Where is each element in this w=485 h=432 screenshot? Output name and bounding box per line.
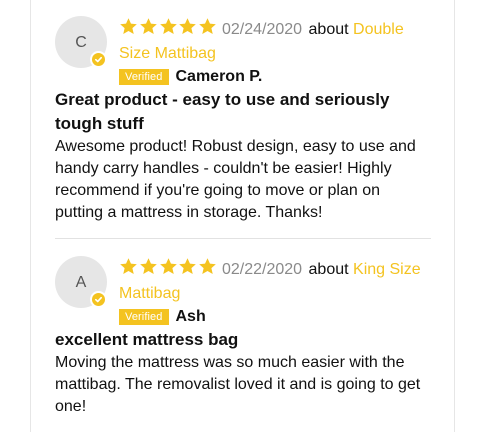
avatar: A: [55, 256, 107, 308]
star-icon: [178, 17, 197, 36]
review-author: Ash: [175, 308, 206, 325]
about-label: about: [308, 261, 349, 278]
review-meta: 02/22/2020 about King Size Mattibag: [119, 257, 437, 305]
star-icon: [119, 17, 138, 36]
star-rating: [119, 257, 218, 283]
avatar: C: [55, 16, 107, 68]
star-icon: [139, 17, 158, 36]
review-title: Great product - easy to use and seriousl…: [55, 90, 390, 133]
verified-check-icon: [90, 291, 107, 308]
review-body: Awesome product! Robust design, easy to …: [55, 138, 416, 221]
review-date: 02/24/2020: [221, 21, 303, 38]
verified-badge: Verified: [119, 69, 169, 85]
verified-badge: Verified: [119, 309, 169, 325]
review-body: Moving the mattress was so much easier w…: [55, 354, 421, 415]
reviews-panel: C 02/24/2020 about Double Size Mattibag …: [30, 0, 455, 432]
review-author: Cameron P.: [175, 68, 263, 85]
about-label: about: [308, 21, 349, 38]
star-icon: [159, 17, 178, 36]
review-meta: 02/24/2020 about Double Size Mattibag: [119, 17, 437, 65]
star-icon: [119, 257, 138, 276]
star-icon: [178, 257, 197, 276]
star-icon: [159, 257, 178, 276]
author-line: Verified Ash: [119, 306, 437, 328]
star-icon: [198, 257, 217, 276]
avatar-initial: A: [75, 274, 87, 291]
star-icon: [139, 257, 158, 276]
review-header: 02/24/2020 about Double Size Mattibag Ve…: [119, 17, 437, 88]
author-line: Verified Cameron P.: [119, 66, 437, 88]
review-divider: [55, 238, 431, 239]
review-title: excellent mattress bag: [55, 330, 239, 349]
review-header: 02/22/2020 about King Size Mattibag Veri…: [119, 257, 437, 328]
star-rating: [119, 17, 218, 43]
review-date: 02/22/2020: [221, 261, 303, 278]
avatar-initial: C: [75, 34, 87, 51]
verified-check-icon: [90, 51, 107, 68]
star-icon: [198, 17, 217, 36]
